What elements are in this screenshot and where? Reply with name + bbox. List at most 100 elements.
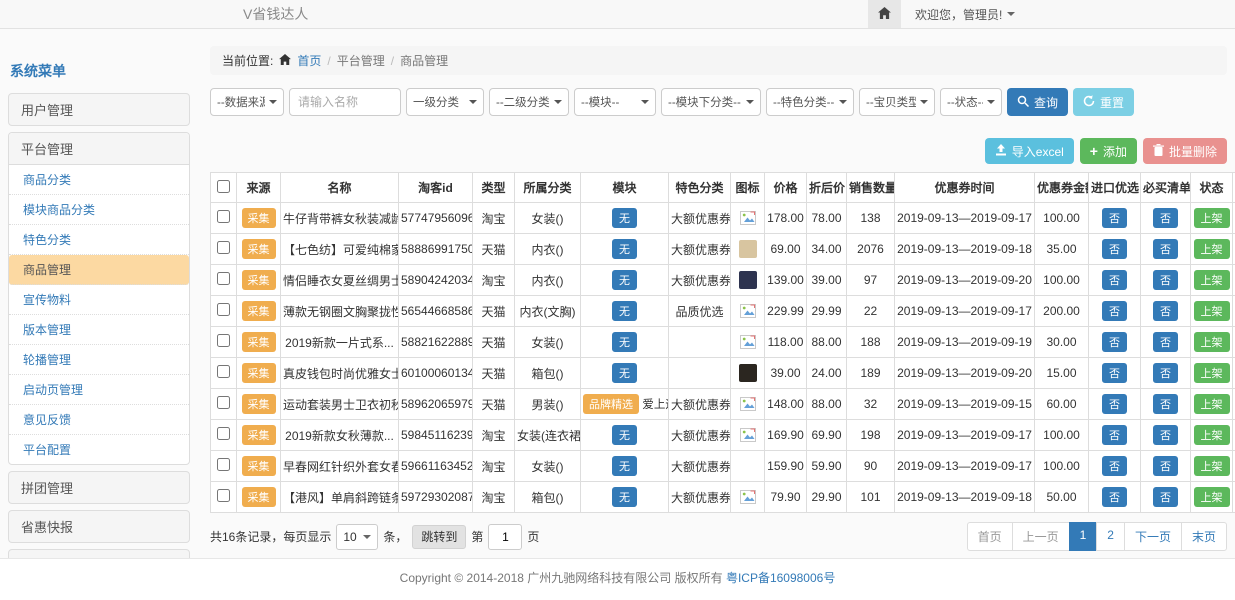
import-select-toggle[interactable]: 否 xyxy=(1102,208,1127,228)
cell-import-select: 否 xyxy=(1089,389,1141,420)
must-buy-toggle[interactable]: 否 xyxy=(1153,332,1178,352)
module-none-chip[interactable]: 无 xyxy=(612,487,637,507)
pager-button[interactable]: 上一页 xyxy=(1012,522,1070,551)
sidebar-item[interactable]: 轮播管理 xyxy=(9,345,189,375)
filter-select[interactable]: --状态-- xyxy=(940,88,1002,116)
batch-delete-button[interactable]: 批量删除 xyxy=(1143,138,1227,164)
row-checkbox[interactable] xyxy=(217,427,230,440)
filter-select[interactable]: --二级分类-- xyxy=(489,88,569,116)
module-none-chip[interactable]: 无 xyxy=(612,456,637,476)
module-none-chip[interactable]: 无 xyxy=(612,301,637,321)
row-checkbox[interactable] xyxy=(217,334,230,347)
sidebar-item[interactable]: 模块商品分类 xyxy=(9,195,189,225)
row-checkbox[interactable] xyxy=(217,489,230,502)
import-select-toggle[interactable]: 否 xyxy=(1102,239,1127,259)
page-number-input[interactable] xyxy=(488,524,522,550)
pager-button[interactable]: 末页 xyxy=(1181,522,1227,551)
filter-select[interactable]: --模块下分类-- xyxy=(661,88,761,116)
sidebar-item[interactable]: 启动页管理 xyxy=(9,375,189,405)
status-toggle[interactable]: 上架 xyxy=(1194,239,1230,259)
icp-link[interactable]: 粤ICP备16098006号 xyxy=(726,571,835,585)
cell-feature: 大额优惠券 xyxy=(669,234,731,265)
must-buy-toggle[interactable]: 否 xyxy=(1153,487,1178,507)
sidebar-item[interactable]: 商品分类 xyxy=(9,165,189,195)
status-toggle[interactable]: 上架 xyxy=(1194,456,1230,476)
must-buy-toggle[interactable]: 否 xyxy=(1153,270,1178,290)
import-excel-button[interactable]: 导入excel xyxy=(985,138,1074,164)
select-all-checkbox[interactable] xyxy=(217,180,230,193)
pager-button[interactable]: 下一页 xyxy=(1124,522,1182,551)
module-none-chip[interactable]: 无 xyxy=(612,208,637,228)
must-buy-toggle[interactable]: 否 xyxy=(1153,363,1178,383)
import-select-toggle[interactable]: 否 xyxy=(1102,394,1127,414)
cell-status: 上架 xyxy=(1191,482,1233,513)
import-select-toggle[interactable]: 否 xyxy=(1102,487,1127,507)
status-toggle[interactable]: 上架 xyxy=(1194,332,1230,352)
must-buy-toggle[interactable]: 否 xyxy=(1153,239,1178,259)
sidebar-item[interactable]: 商品管理 xyxy=(9,255,189,285)
breadcrumb-home-link[interactable]: 首页 xyxy=(297,52,321,69)
import-select-toggle[interactable]: 否 xyxy=(1102,332,1127,352)
per-page-select[interactable]: 10 xyxy=(336,524,378,550)
sidebar-item[interactable]: 版本管理 xyxy=(9,315,189,345)
sidebar-item[interactable]: 宣传物料 xyxy=(9,285,189,315)
sidebar-section[interactable]: 拼团管理 xyxy=(8,471,190,504)
filter-select[interactable]: --宝贝类型-- xyxy=(859,88,935,116)
pager-button[interactable]: 1 xyxy=(1069,522,1098,551)
must-buy-toggle[interactable]: 否 xyxy=(1153,394,1178,414)
import-select-toggle[interactable]: 否 xyxy=(1102,301,1127,321)
module-none-chip[interactable]: 无 xyxy=(612,270,637,290)
pager-button[interactable]: 首页 xyxy=(967,522,1013,551)
filter-data-source-select[interactable]: --数据来源-- xyxy=(210,88,284,116)
sidebar-section-platform-header[interactable]: 平台管理 xyxy=(9,133,189,165)
filter-select[interactable]: --特色分类-- xyxy=(766,88,854,116)
row-checkbox[interactable] xyxy=(217,272,230,285)
cell-category: 内衣(文胸) xyxy=(515,296,581,327)
import-select-toggle[interactable]: 否 xyxy=(1102,425,1127,445)
row-checkbox[interactable] xyxy=(217,210,230,223)
status-toggle[interactable]: 上架 xyxy=(1194,487,1230,507)
row-checkbox[interactable] xyxy=(217,396,230,409)
status-toggle[interactable]: 上架 xyxy=(1194,208,1230,228)
pager-button[interactable]: 2 xyxy=(1096,522,1125,551)
import-select-toggle[interactable]: 否 xyxy=(1102,363,1127,383)
filter-select[interactable]: --模块-- xyxy=(574,88,656,116)
row-checkbox[interactable] xyxy=(217,458,230,471)
user-menu[interactable]: 欢迎您，管理员! xyxy=(915,6,1015,23)
sidebar-section[interactable]: 消息管理 xyxy=(8,549,190,558)
must-buy-toggle[interactable]: 否 xyxy=(1153,425,1178,445)
sidebar-item[interactable]: 意见反馈 xyxy=(9,405,189,435)
add-button[interactable]: + 添加 xyxy=(1080,138,1137,164)
import-select-toggle[interactable]: 否 xyxy=(1102,270,1127,290)
search-button[interactable]: 查询 xyxy=(1007,88,1068,116)
reset-button[interactable]: 重置 xyxy=(1073,88,1134,116)
sidebar-item[interactable]: 平台配置 xyxy=(9,435,189,464)
module-none-chip[interactable]: 无 xyxy=(612,239,637,259)
cell-status: 上架 xyxy=(1191,296,1233,327)
cell-type: 淘宝 xyxy=(473,482,515,513)
sidebar-item[interactable]: 特色分类 xyxy=(9,225,189,255)
module-none-chip[interactable]: 无 xyxy=(612,363,637,383)
cell-import-select: 否 xyxy=(1089,482,1141,513)
jump-button[interactable]: 跳转到 xyxy=(412,525,466,549)
name-search-input[interactable] xyxy=(289,88,401,116)
cell-coupon-amount: 100.00 xyxy=(1035,265,1089,296)
home-button[interactable] xyxy=(868,0,901,28)
status-toggle[interactable]: 上架 xyxy=(1194,270,1230,290)
must-buy-toggle[interactable]: 否 xyxy=(1153,456,1178,476)
sidebar-section[interactable]: 省惠快报 xyxy=(8,510,190,543)
must-buy-toggle[interactable]: 否 xyxy=(1153,208,1178,228)
row-checkbox[interactable] xyxy=(217,303,230,316)
status-toggle[interactable]: 上架 xyxy=(1194,394,1230,414)
status-toggle[interactable]: 上架 xyxy=(1194,425,1230,445)
row-checkbox[interactable] xyxy=(217,241,230,254)
module-none-chip[interactable]: 无 xyxy=(612,332,637,352)
status-toggle[interactable]: 上架 xyxy=(1194,363,1230,383)
must-buy-toggle[interactable]: 否 xyxy=(1153,301,1178,321)
filter-select[interactable]: 一级分类 xyxy=(406,88,484,116)
row-checkbox[interactable] xyxy=(217,365,230,378)
import-select-toggle[interactable]: 否 xyxy=(1102,456,1127,476)
module-none-chip[interactable]: 无 xyxy=(612,425,637,445)
sidebar-section-user[interactable]: 用户管理 xyxy=(8,93,190,126)
status-toggle[interactable]: 上架 xyxy=(1194,301,1230,321)
